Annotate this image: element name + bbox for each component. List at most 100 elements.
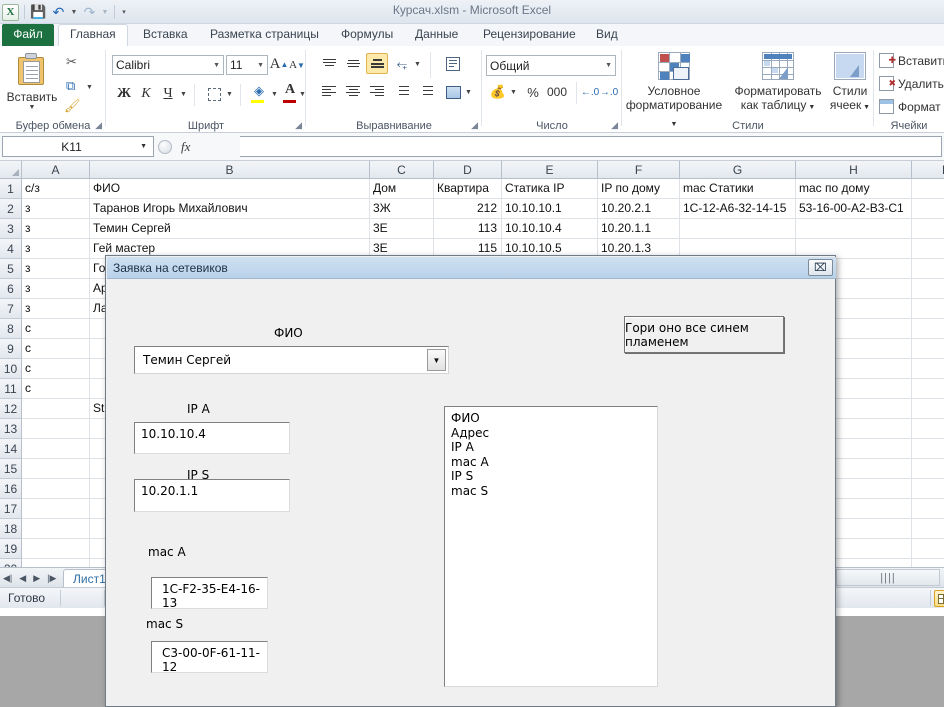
tab-data[interactable]: Данные	[404, 24, 469, 46]
formula-input[interactable]	[240, 136, 942, 157]
percent-style-icon[interactable]: %	[524, 82, 542, 102]
borders-dropdown-icon[interactable]: ▼	[226, 91, 233, 98]
cell-I15[interactable]	[912, 459, 944, 479]
cell-I1[interactable]	[912, 179, 944, 199]
cell-A14[interactable]	[22, 439, 90, 459]
row-header-8[interactable]: 8	[0, 319, 22, 339]
column-header-a[interactable]: A	[22, 161, 90, 179]
cell-D1[interactable]: Квартира	[434, 179, 502, 199]
copy-dropdown-icon[interactable]: ▼	[86, 84, 93, 91]
row-header-11[interactable]: 11	[0, 379, 22, 399]
cell-I3[interactable]	[912, 219, 944, 239]
tab-view[interactable]: Вид	[585, 24, 629, 46]
row-header-12[interactable]: 12	[0, 399, 22, 419]
mac-a-input[interactable]: 1C-F2-35-E4-16-13	[151, 577, 268, 610]
clipboard-dialog-launcher[interactable]: ◢	[95, 120, 102, 131]
cell-A9[interactable]: с	[22, 339, 90, 359]
number-format-select[interactable]: Общий ▼	[486, 55, 616, 76]
cell-A18[interactable]	[22, 519, 90, 539]
cell-A19[interactable]	[22, 539, 90, 559]
cell-I5[interactable]	[912, 259, 944, 279]
listbox-item[interactable]: mac S	[451, 484, 651, 499]
insert-function-icon[interactable]: fx	[181, 139, 190, 155]
delete-cells-button[interactable]: ✖ Удалить	[879, 76, 944, 91]
cell-A13[interactable]	[22, 419, 90, 439]
cell-A10[interactable]: с	[22, 359, 90, 379]
number-format-dropdown-icon[interactable]: ▼	[602, 62, 612, 69]
name-box[interactable]: K11 ▼	[2, 136, 154, 157]
row-header-17[interactable]: 17	[0, 499, 22, 519]
cell-I6[interactable]	[912, 279, 944, 299]
paste-icon[interactable]	[16, 52, 48, 86]
column-header-c[interactable]: C	[370, 161, 434, 179]
cell-A11[interactable]: с	[22, 379, 90, 399]
cell-I9[interactable]	[912, 339, 944, 359]
font-dialog-launcher[interactable]: ◢	[295, 120, 302, 131]
cell-A7[interactable]: з	[22, 299, 90, 319]
nav-prev-icon[interactable]: ◀	[19, 573, 26, 584]
ip-a-input[interactable]: 10.10.10.4	[134, 422, 290, 454]
bold-button[interactable]: Ж	[114, 84, 134, 104]
tab-file[interactable]: Файл	[2, 24, 54, 46]
fio-combobox[interactable]: Темин Сергей ▼	[134, 346, 449, 374]
row-header-10[interactable]: 10	[0, 359, 22, 379]
font-size-dropdown-icon[interactable]: ▼	[254, 62, 264, 69]
row-header-5[interactable]: 5	[0, 259, 22, 279]
cell-A1[interactable]: с/з	[22, 179, 90, 199]
cell-I2[interactable]	[912, 199, 944, 219]
tab-formulas[interactable]: Формулы	[330, 24, 404, 46]
nav-first-icon[interactable]: ◀|	[3, 573, 12, 584]
cell-I8[interactable]	[912, 319, 944, 339]
userform-title-bar[interactable]: Заявка на сетевиков ⌧	[107, 257, 836, 279]
cell-I4[interactable]	[912, 239, 944, 259]
increase-indent-icon[interactable]	[415, 82, 437, 102]
align-right-icon[interactable]	[366, 82, 388, 102]
cell-B1[interactable]: ФИО	[90, 179, 370, 199]
ip-s-input[interactable]: 10.20.1.1	[134, 479, 290, 512]
mac-s-input[interactable]: C3-00-0F-61-11-12	[151, 641, 268, 674]
cell-styles-icon[interactable]	[834, 52, 866, 80]
number-dialog-launcher[interactable]: ◢	[611, 120, 618, 131]
cell-F2[interactable]: 10.20.2.1	[598, 199, 680, 219]
format-as-table-icon[interactable]	[762, 52, 794, 80]
cell-I13[interactable]	[912, 419, 944, 439]
comma-style-icon[interactable]: 000	[544, 82, 570, 102]
close-icon[interactable]: ⌧	[808, 259, 833, 276]
submit-button[interactable]: Гори оно все синем пламенем	[624, 316, 784, 353]
fields-listbox[interactable]: ФИО Адрес IP Amac A IP Smac S	[444, 406, 658, 687]
cell-I12[interactable]	[912, 399, 944, 419]
row-header-4[interactable]: 4	[0, 239, 22, 259]
cell-H1[interactable]: mac по дому	[796, 179, 912, 199]
select-all-corner[interactable]	[0, 161, 22, 179]
cell-A8[interactable]: с	[22, 319, 90, 339]
font-name-dropdown-icon[interactable]: ▼	[210, 62, 220, 69]
nav-last-icon[interactable]: |▶	[47, 573, 56, 584]
formula-collapse-icon[interactable]	[158, 139, 172, 154]
conditional-formatting-icon[interactable]	[658, 52, 690, 80]
column-header-d[interactable]: D	[434, 161, 502, 179]
row-header-7[interactable]: 7	[0, 299, 22, 319]
cell-C3[interactable]: 3Е	[370, 219, 434, 239]
cell-I19[interactable]	[912, 539, 944, 559]
currency-dropdown-icon[interactable]: ▼	[510, 89, 517, 96]
listbox-item[interactable]: Адрес	[451, 426, 651, 441]
cell-I10[interactable]	[912, 359, 944, 379]
nav-next-icon[interactable]: ▶	[33, 573, 40, 584]
format-painter-icon[interactable]: 🖌	[64, 98, 81, 114]
align-top-icon[interactable]	[318, 54, 340, 74]
column-header-i[interactable]: I	[912, 161, 944, 179]
column-header-g[interactable]: G	[680, 161, 796, 179]
fill-color-icon[interactable]: ◈	[249, 82, 269, 100]
font-size-select[interactable]: 11 ▼	[226, 55, 268, 75]
underline-button[interactable]: Ч	[158, 84, 178, 104]
cell-A4[interactable]: з	[22, 239, 90, 259]
cell-G3[interactable]	[680, 219, 796, 239]
cell-E1[interactable]: Статика IP	[502, 179, 598, 199]
align-center-icon[interactable]	[342, 82, 364, 102]
listbox-item[interactable]: IP A	[451, 440, 651, 455]
name-box-dropdown-icon[interactable]: ▼	[140, 143, 153, 150]
listbox-item[interactable]: mac A	[451, 455, 651, 470]
cell-G1[interactable]: mac Статики	[680, 179, 796, 199]
cell-F1[interactable]: IP по дому	[598, 179, 680, 199]
cell-E2[interactable]: 10.10.10.1	[502, 199, 598, 219]
